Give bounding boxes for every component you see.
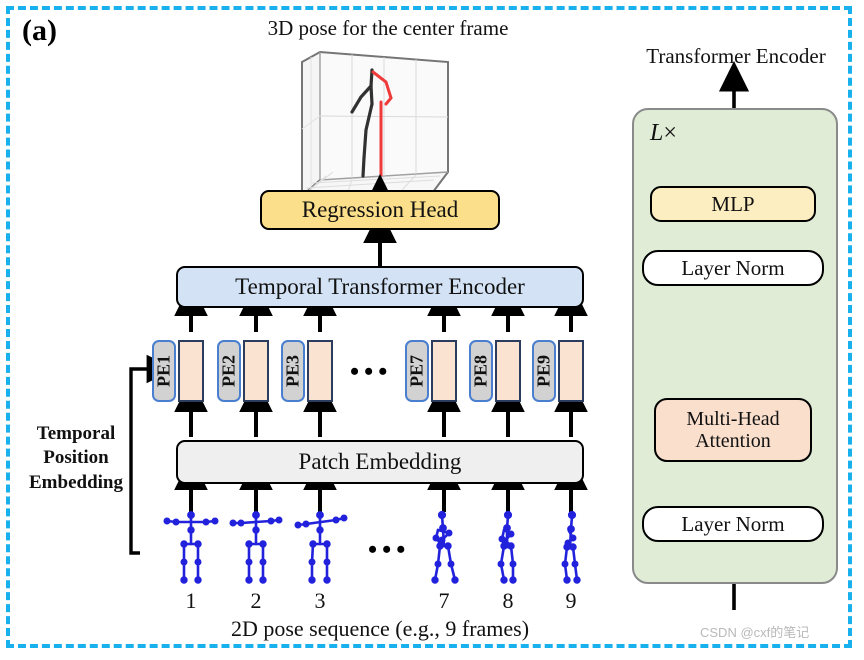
regression-head-box[interactable]: Regression Head	[260, 190, 500, 230]
frame-number-8: 8	[502, 588, 514, 613]
frame-number-2: 2	[250, 588, 262, 613]
repeat-label: L×	[650, 120, 677, 147]
skeleton-row-ellipsis: •••	[368, 535, 411, 564]
tpe-line-3: Embedding	[29, 471, 123, 493]
frame-number-1: 1	[185, 588, 197, 613]
pe-block-7[interactable]: PE7	[405, 340, 429, 402]
multi-head-attention-box[interactable]: Multi-Head Attention	[654, 398, 812, 462]
pe-block-8[interactable]: PE8	[469, 340, 493, 402]
pe-block-9[interactable]: PE9	[532, 340, 556, 402]
pe-label-2: PE2	[218, 354, 239, 388]
pe-label-7: PE7	[406, 354, 427, 388]
frame-number-3: 3	[314, 588, 326, 613]
tpe-line-1: Temporal	[36, 423, 116, 444]
pe-block-2[interactable]: PE2	[217, 340, 241, 402]
right-title: Transformer Encoder	[646, 44, 826, 68]
token-block-8[interactable]	[495, 340, 521, 402]
figure-caption: 2D pose sequence (e.g., 9 frames)	[230, 616, 530, 641]
tpe-line-2: Position	[43, 447, 109, 469]
panel-label-a: (a)	[22, 14, 57, 47]
token-block-1[interactable]	[178, 340, 204, 402]
figure-root: (a) 3D pose for the center frame Transfo…	[0, 0, 864, 660]
pe-label-9: PE9	[533, 354, 554, 388]
repeat-times-symbol: ×	[663, 120, 677, 146]
temporal-position-embedding-label: Temporal Position Embedding	[16, 422, 136, 495]
watermark: CSDN @cxf的笔记	[700, 625, 810, 640]
token-block-3[interactable]	[307, 340, 333, 402]
pe-label-8: PE8	[470, 354, 491, 388]
patch-embedding-box[interactable]: Patch Embedding	[176, 440, 584, 484]
temporal-transformer-encoder-box[interactable]: Temporal Transformer Encoder	[176, 266, 584, 308]
layer-norm-top-box[interactable]: Layer Norm	[642, 250, 824, 286]
pe-label-1: PE1	[153, 354, 174, 388]
mlp-box[interactable]: MLP	[650, 186, 816, 222]
pe-row-ellipsis: •••	[350, 357, 393, 386]
pe-block-3[interactable]: PE3	[281, 340, 305, 402]
pe-block-1[interactable]: PE1	[152, 340, 176, 402]
layer-norm-bottom-box[interactable]: Layer Norm	[642, 506, 824, 542]
mha-label-line-2: Attention	[695, 430, 771, 452]
repeat-count: L	[650, 120, 664, 146]
token-block-2[interactable]	[243, 340, 269, 402]
left-title: 3D pose for the center frame	[267, 16, 509, 40]
token-block-9[interactable]	[558, 340, 584, 402]
frame-number-9: 9	[565, 588, 577, 613]
pe-label-3: PE3	[282, 354, 303, 388]
token-block-7[interactable]	[431, 340, 457, 402]
frame-number-7: 7	[438, 588, 450, 613]
mha-label-line-1: Multi-Head	[686, 407, 780, 430]
